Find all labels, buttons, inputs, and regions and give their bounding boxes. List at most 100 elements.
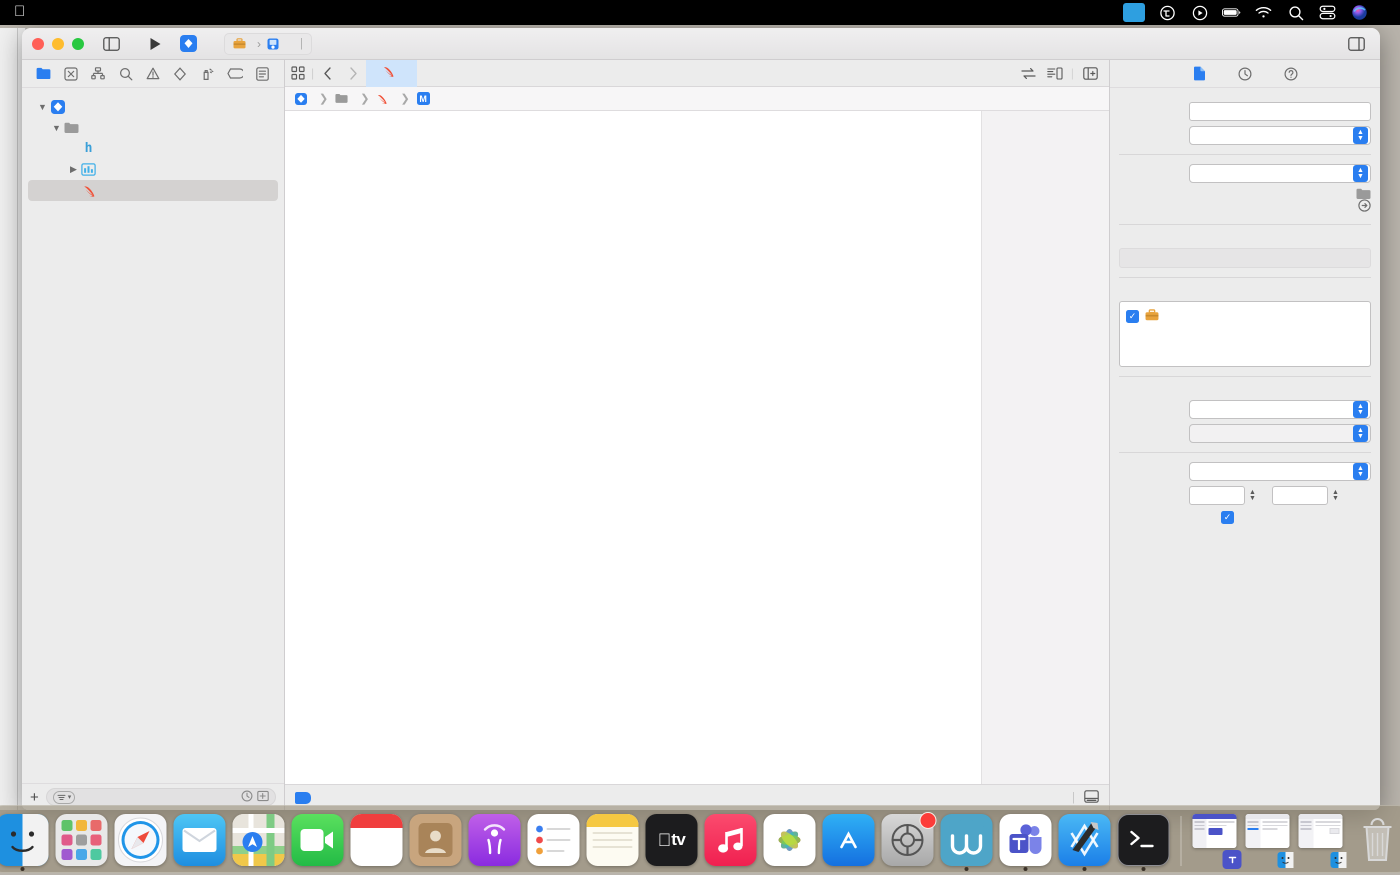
minimized-window-teams[interactable] — [1192, 814, 1242, 869]
console-toggle-icon[interactable] — [1084, 789, 1099, 806]
plus-icon[interactable]: + — [30, 789, 39, 806]
minimap-icon[interactable] — [1042, 61, 1068, 85]
minimize-window-button[interactable] — [52, 37, 64, 50]
control-center-icon[interactable] — [1318, 4, 1337, 21]
jumpbar-item-file[interactable] — [376, 93, 393, 105]
minimized-window-finder-2[interactable] — [1298, 814, 1346, 868]
search-icon[interactable] — [1286, 4, 1305, 21]
filter-pill-icon[interactable]: ▾ — [52, 790, 76, 804]
history-inspector-tab[interactable] — [1235, 64, 1255, 84]
chevron-down-icon[interactable]: ▼ — [36, 102, 49, 112]
dock-item-launchpad[interactable] — [55, 814, 108, 866]
apple-logo-icon[interactable]:  — [8, 3, 35, 22]
report-navigator-tab[interactable] — [251, 64, 273, 84]
scheme-selector[interactable] — [233, 38, 251, 49]
clock-recent-icon[interactable] — [241, 790, 253, 805]
file-inspector-tab[interactable] — [1189, 64, 1209, 84]
jumpbar-item-group[interactable] — [335, 93, 353, 104]
dock-item-mail[interactable] — [173, 814, 226, 866]
chevron-down-icon[interactable]: ▼ — [50, 123, 63, 133]
chevron-updown-icon[interactable]: ▲ ▼ — [1353, 463, 1368, 480]
dock-item-music[interactable] — [704, 814, 757, 866]
line-endings-popup[interactable]: ▲ ▼ — [1189, 424, 1371, 443]
debug-navigator-tab[interactable] — [197, 64, 219, 84]
text-encoding-popup[interactable]: ▲ ▼ — [1189, 400, 1371, 419]
code-editor[interactable] — [285, 111, 1109, 784]
sidebar-toggle-icon[interactable] — [98, 33, 124, 55]
dock-item-photos[interactable] — [763, 814, 816, 866]
minimized-window-finder-1[interactable] — [1245, 814, 1293, 868]
location-popup[interactable]: ▲ ▼ — [1189, 164, 1371, 183]
maximize-window-button[interactable] — [72, 37, 84, 50]
siri-icon[interactable] — [1350, 4, 1369, 21]
jumpbar-item-project[interactable] — [295, 92, 312, 105]
related-items-grid-icon[interactable] — [285, 61, 311, 85]
add-editor-icon[interactable] — [1077, 61, 1103, 85]
screen-recording-icon[interactable] — [1190, 4, 1209, 21]
dock-item-systemsettings[interactable] — [881, 812, 937, 866]
dock-item-maps[interactable] — [232, 814, 285, 866]
code-review-arrows-icon[interactable] — [1016, 61, 1042, 85]
wrap-lines-checkbox[interactable]: ✓ — [1221, 511, 1234, 524]
code-minimap[interactable] — [981, 111, 1109, 784]
symbol-navigator-tab[interactable] — [87, 64, 109, 84]
wifi-icon[interactable] — [1254, 4, 1273, 21]
dock-item-reminders[interactable] — [527, 814, 580, 866]
dock-item-appletv[interactable]: tv — [645, 814, 698, 866]
dock-item-facetime[interactable] — [291, 814, 344, 866]
dock-item-appstore[interactable] — [822, 814, 875, 866]
tree-item-framework[interactable]: ▶ — [22, 159, 284, 180]
dock-item-trash[interactable] — [1352, 814, 1400, 866]
dock-item-safari[interactable] — [114, 814, 167, 866]
dock-item-wrike[interactable] — [940, 814, 993, 871]
activity-view[interactable]: › | — [224, 32, 312, 55]
jumpbar-item-method[interactable]: M — [416, 92, 435, 105]
dock-item-xcode[interactable] — [1058, 814, 1111, 871]
find-navigator-tab[interactable] — [115, 64, 137, 84]
battery-icon[interactable] — [1222, 4, 1241, 21]
tree-item-group[interactable]: ▼ — [22, 117, 284, 138]
editor-tab-hiddenvc[interactable] — [366, 59, 418, 87]
source-control-filter-icon[interactable] — [257, 790, 269, 805]
project-navigator-tab[interactable] — [33, 64, 55, 84]
tree-item-project[interactable]: ▼ — [22, 96, 284, 117]
indent-using-popup[interactable]: ▲ ▼ — [1189, 462, 1371, 481]
wrike-icon[interactable] — [1123, 3, 1145, 22]
target-membership-list[interactable]: ✓ — [1119, 301, 1371, 367]
tag-breadcrumb-icon[interactable] — [295, 791, 311, 804]
source-control-navigator-tab[interactable] — [60, 64, 82, 84]
chevron-right-icon[interactable] — [340, 61, 366, 85]
indent-width-field[interactable] — [1272, 486, 1328, 505]
tree-item-hiddenvc[interactable] — [28, 180, 278, 201]
target-membership-row[interactable]: ✓ — [1126, 309, 1364, 324]
tree-item-header[interactable]: h — [22, 138, 284, 159]
chevron-left-icon[interactable] — [314, 61, 340, 85]
inspector-toggle-icon[interactable] — [1342, 36, 1370, 51]
dropbox-icon[interactable] — [1158, 4, 1177, 21]
indent-width-stepper[interactable]: ▲ ▼ — [1330, 487, 1341, 505]
source-code-text[interactable] — [318, 111, 981, 784]
chevron-updown-icon[interactable]: ▲ ▼ — [1353, 401, 1368, 418]
target-checkbox[interactable]: ✓ — [1126, 310, 1139, 323]
close-window-button[interactable] — [32, 37, 44, 50]
filter-input[interactable]: ▾ — [45, 788, 276, 806]
dock-item-terminal[interactable] — [1117, 814, 1170, 871]
on-demand-tags-field[interactable] — [1119, 248, 1371, 268]
dock-item-contacts[interactable] — [409, 814, 462, 866]
destination-selector[interactable] — [267, 38, 284, 50]
dock-item-finder[interactable] — [0, 814, 49, 871]
quick-help-inspector-tab[interactable] — [1281, 64, 1301, 84]
chevron-updown-icon[interactable]: ▲ ▼ — [1353, 127, 1368, 144]
dock-item-teams[interactable] — [999, 814, 1052, 871]
test-navigator-tab[interactable] — [169, 64, 191, 84]
dock-item-podcasts[interactable] — [468, 814, 521, 866]
dock-item-calendar[interactable] — [350, 814, 403, 866]
chevron-updown-icon[interactable]: ▲ ▼ — [1353, 425, 1368, 442]
run-play-icon[interactable] — [142, 33, 168, 55]
breakpoint-navigator-tab[interactable] — [224, 64, 246, 84]
type-popup[interactable]: ▲ ▼ — [1189, 126, 1371, 145]
name-field[interactable] — [1189, 102, 1371, 121]
chevron-right-icon[interactable]: ▶ — [67, 164, 80, 175]
issue-navigator-tab[interactable] — [142, 64, 164, 84]
chevron-updown-icon[interactable]: ▲ ▼ — [1353, 165, 1368, 182]
